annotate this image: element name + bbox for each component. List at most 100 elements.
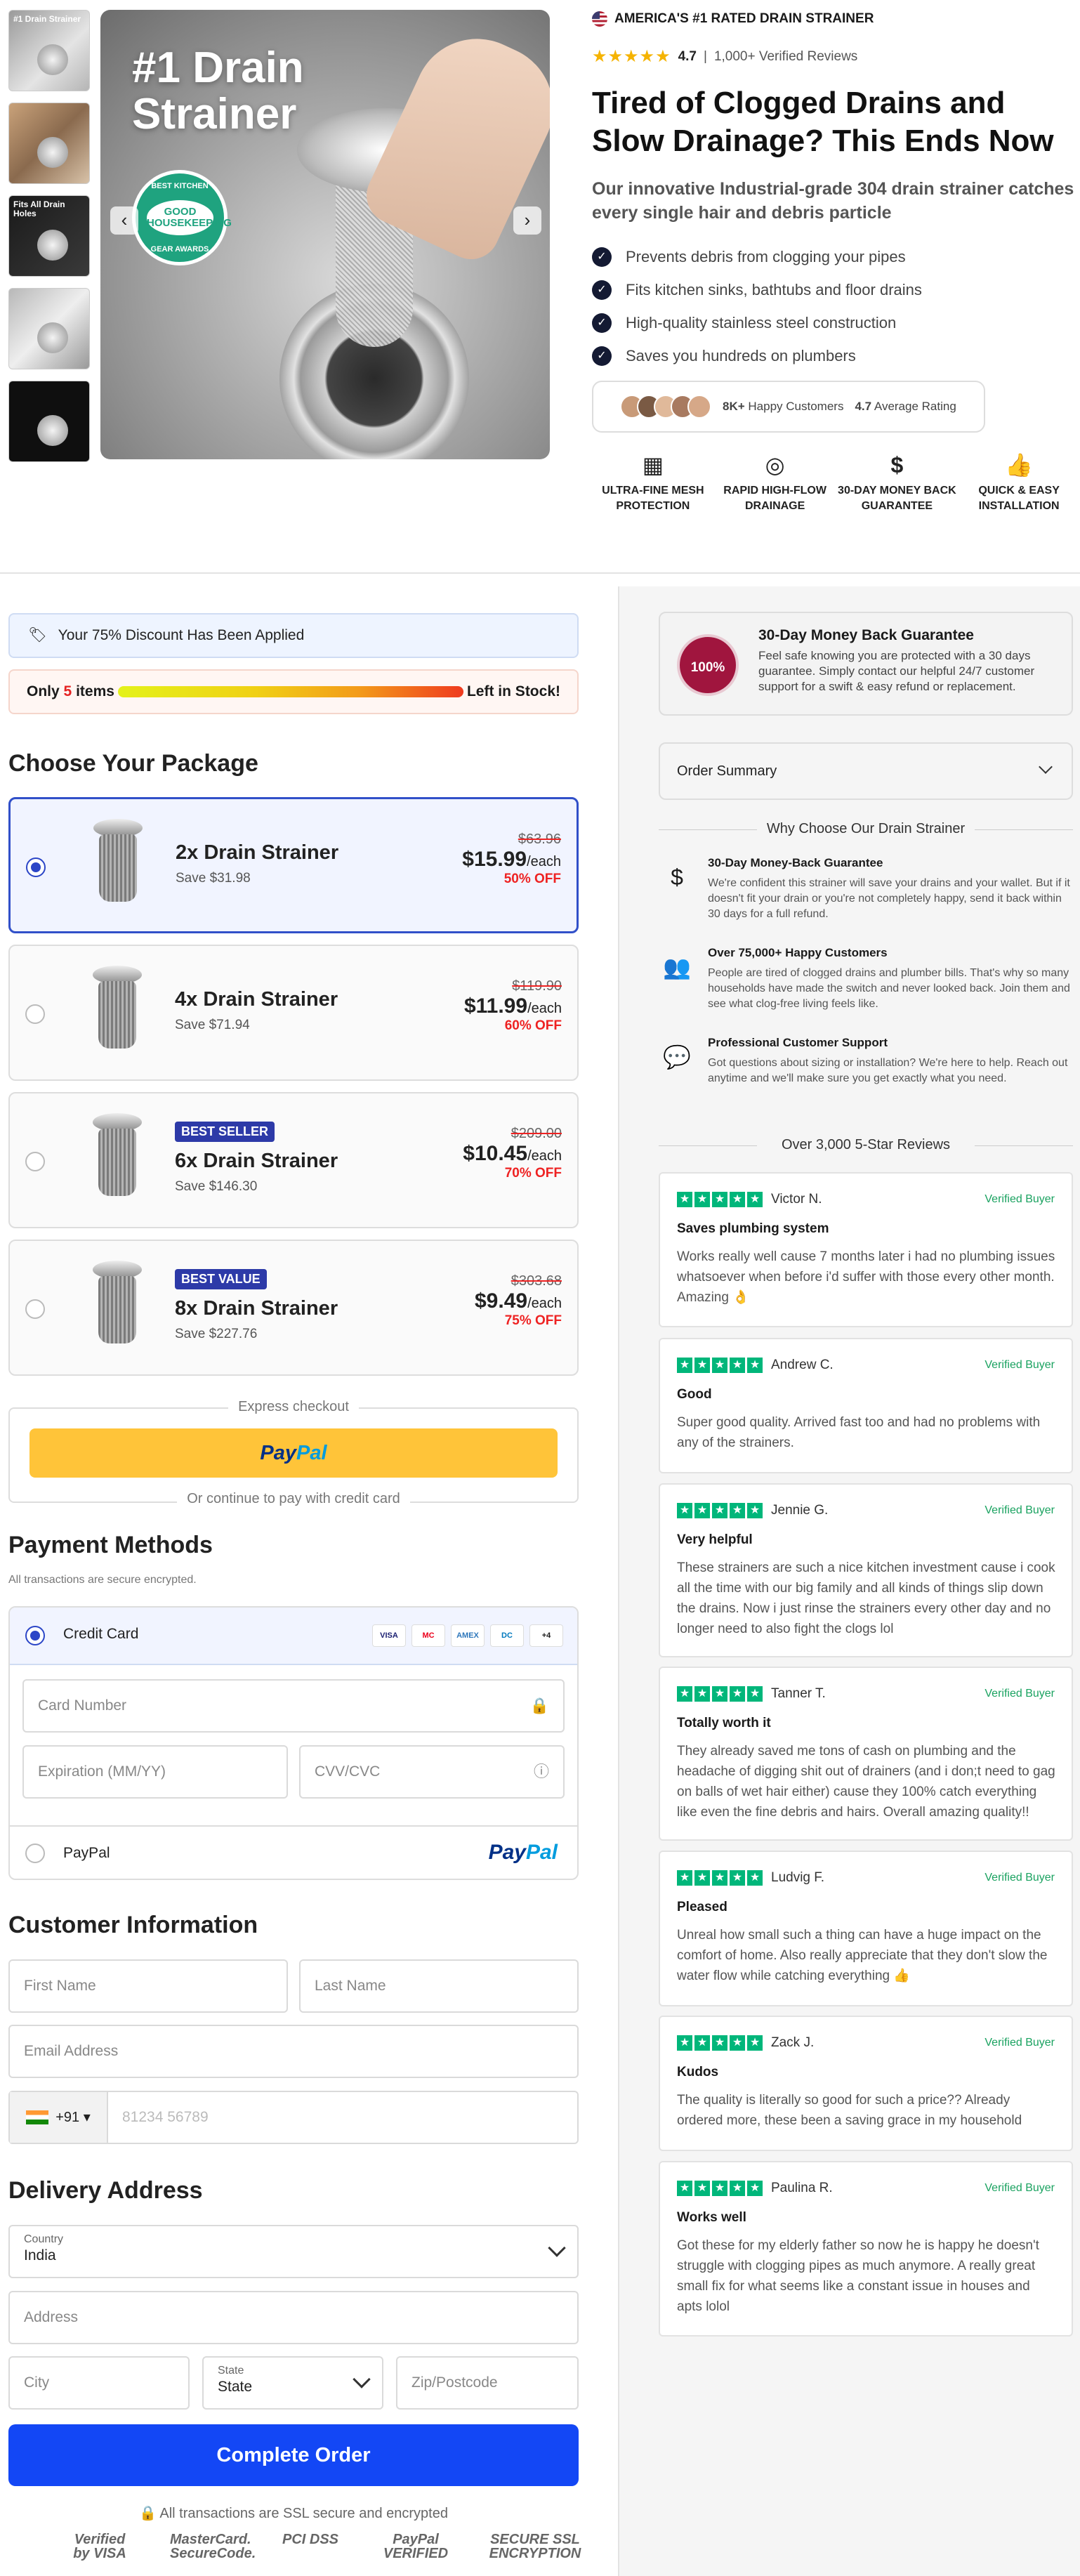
country-label: Country (24, 2233, 64, 2245)
package-name: 4x Drain Strainer (175, 988, 338, 1011)
package-save: Save $227.76 (175, 1327, 258, 1341)
thumbnail-5-image (37, 415, 68, 446)
first-name-input[interactable]: First Name (8, 1959, 288, 2013)
money-icon: $ (890, 452, 904, 478)
credit-card-radio[interactable] (25, 1626, 45, 1645)
guarantee-description: Feel safe knowing you are protected with… (758, 649, 1035, 693)
zip-input[interactable]: Zip/Postcode (396, 2356, 579, 2410)
star-icon: ★ (712, 1686, 727, 1702)
order-summary-label: Order Summary (677, 763, 777, 779)
cvv-input[interactable]: CVV/CVC ⓘ (299, 1745, 565, 1799)
star-icon: ★ (747, 1870, 763, 1886)
address-input[interactable]: Address (8, 2291, 579, 2344)
paypal-logo-part-1: Pay (488, 1841, 526, 1864)
package-radio[interactable] (25, 1152, 45, 1171)
why-description: We're confident this strainer will save … (708, 877, 1070, 920)
star-icon: ★ (677, 1358, 692, 1373)
credit-card-option[interactable]: Credit Card VISA MC AMEX DC +4 (10, 1608, 577, 1665)
state-label: State (218, 2365, 244, 2377)
hero-title-line-2: Strainer (132, 90, 297, 138)
rating-separator: | (704, 48, 707, 64)
package-radio[interactable] (25, 1299, 45, 1319)
benefit-text: High-quality stainless steel constructio… (626, 313, 897, 331)
verified-badge: Verified Buyer (984, 1688, 1055, 1700)
review-card: ★ ★ ★ ★ ★ Zack J. Verified Buyer Kudos The q… (659, 2016, 1073, 2151)
expiration-input[interactable]: Expiration (MM/YY) (22, 1745, 288, 1799)
country-code-select[interactable]: +91 ▾ (10, 2092, 108, 2143)
prev-image-button[interactable]: ‹ (110, 206, 138, 235)
stock-right-text: Left in Stock! (466, 683, 560, 699)
star-icon: ★ (712, 1192, 727, 1207)
package-radio[interactable] (26, 857, 46, 877)
thumbnail-1[interactable]: #1 Drain Strainer (8, 10, 90, 91)
card-number-input[interactable]: Card Number 🔒 (22, 1679, 565, 1733)
thumbnail-2[interactable] (8, 103, 90, 184)
verified-badge: Verified Buyer (984, 2182, 1055, 2194)
country-select[interactable]: Country India (8, 2225, 579, 2278)
money-back-icon: $ (671, 865, 683, 890)
last-name-placeholder: Last Name (315, 1978, 386, 1994)
thumbnail-5[interactable] (8, 381, 90, 462)
headline: Tired of Clogged Drains and Slow Drainag… (592, 86, 1054, 158)
help-icon[interactable]: ⓘ (534, 1747, 549, 1797)
star-icon: ★ (730, 2181, 745, 2196)
order-summary-toggle[interactable]: Order Summary (659, 742, 1073, 800)
cvv-placeholder: CVV/CVC (315, 1763, 381, 1780)
review-title: Works well (677, 2210, 746, 2225)
hero-title: #1 Drain Strainer (132, 45, 304, 138)
card-brand-icons: VISA MC AMEX DC +4 (372, 1624, 563, 1647)
discount-percent: 50% OFF (503, 872, 561, 886)
package-option-8x[interactable]: BEST VALUE 8x Drain Strainer Save $227.7… (8, 1240, 579, 1376)
phone-input[interactable]: +91 ▾ 81234 56789 (8, 2091, 579, 2144)
paypal-radio[interactable] (25, 1844, 45, 1863)
product-hero-section: #1 Drain Strainer Fits All Drain Holes #… (0, 0, 1080, 572)
city-placeholder: City (24, 2374, 50, 2391)
city-input[interactable]: City (8, 2356, 190, 2410)
happy-label: Happy Customers (748, 400, 844, 413)
review-stars: ★ ★ ★ ★ ★ (677, 1870, 763, 1886)
old-price: $209.00 (511, 1126, 562, 1141)
more-cards-badge: +4 (529, 1624, 563, 1647)
package-option-6x[interactable]: BEST SELLER 6x Drain Strainer Save $146.… (8, 1092, 579, 1228)
thumbnail-4[interactable] (8, 288, 90, 369)
benefit-item: ✓ Saves you hundreds on plumbers (592, 339, 922, 372)
main-product-image: #1 Drain Strainer BEST KITCHEN GOOD HOUSE… (100, 10, 550, 459)
thumbnail-3-text: Fits All Drain Holes (13, 199, 65, 218)
review-count[interactable]: 1,000+ Verified Reviews (714, 49, 857, 65)
review-body: Works really well cause 7 months later i… (677, 1249, 1055, 1305)
state-select[interactable]: State State (202, 2356, 383, 2410)
benefit-item: ✓ Prevents debris from clogging your pipe… (592, 240, 922, 273)
review-body: Super good quality. Arrived fast too and… (677, 1415, 1041, 1450)
mastercard-icon: MC (411, 1624, 445, 1647)
paypal-logo: PayPal (489, 1841, 558, 1865)
paypal-option[interactable]: PayPal PayPal (10, 1825, 577, 1879)
benefit-item: ✓ Fits kitchen sinks, bathtubs and floor … (592, 273, 922, 306)
package-option-4x[interactable]: 4x Drain Strainer Save $71.94 $119.90 $1… (8, 945, 579, 1081)
card-number-placeholder: Card Number (38, 1697, 127, 1714)
next-image-button[interactable]: › (513, 206, 541, 235)
thumbnail-1-text: #1 Drain Strainer (13, 14, 81, 24)
pci-dss-icon: PCI DSS (282, 2532, 339, 2547)
delivery-title: Delivery Address (8, 2177, 203, 2204)
summary-sidebar: 100% 30-Day Money Back Guarantee Feel sa… (618, 586, 1080, 2576)
paypal-express-button[interactable]: PayPal (29, 1428, 558, 1478)
first-name-placeholder: First Name (24, 1978, 96, 1994)
package-radio[interactable] (25, 1004, 45, 1024)
discount-text: Your 75% Discount Has Been Applied (58, 627, 305, 643)
complete-order-button[interactable]: Complete Order (8, 2424, 579, 2486)
discount-percent: 60% OFF (504, 1018, 562, 1033)
guarantee-title: 30-Day Money Back Guarantee (758, 627, 974, 643)
thumbnail-3[interactable]: Fits All Drain Holes (8, 195, 90, 277)
thumbnail-3-image (37, 230, 68, 261)
secure-ssl-icon: SECURE SSL ENCRYPTION (489, 2532, 581, 2561)
last-name-input[interactable]: Last Name (299, 1959, 579, 2013)
checkout-column: 🏷 Your 75% Discount Has Been Applied Only… (0, 586, 618, 2576)
star-icon: ★ (730, 1358, 745, 1373)
or-continue-text: Or continue to pay with credit card (0, 1491, 587, 1507)
email-input[interactable]: Email Address (8, 2025, 579, 2078)
star-icon: ★ (694, 2181, 710, 2196)
reviewer-name: Zack J. (771, 2035, 815, 2050)
reviewer-name: Paulina R. (771, 2181, 833, 2195)
package-option-2x[interactable]: 2x Drain Strainer Save $31.98 $63.96 $15… (8, 797, 579, 933)
stock-progress-bar (117, 686, 463, 697)
